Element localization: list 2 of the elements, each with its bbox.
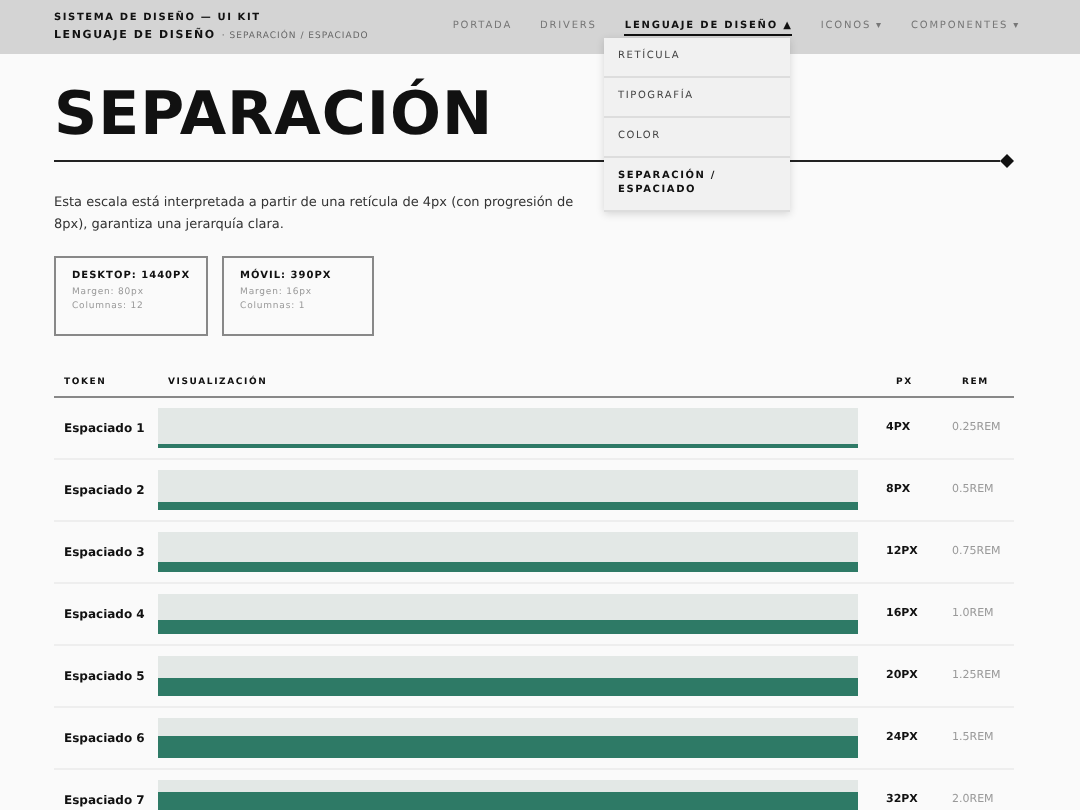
diamond-icon: [1000, 154, 1014, 168]
page-title: SEPARACIÓN: [54, 82, 494, 150]
